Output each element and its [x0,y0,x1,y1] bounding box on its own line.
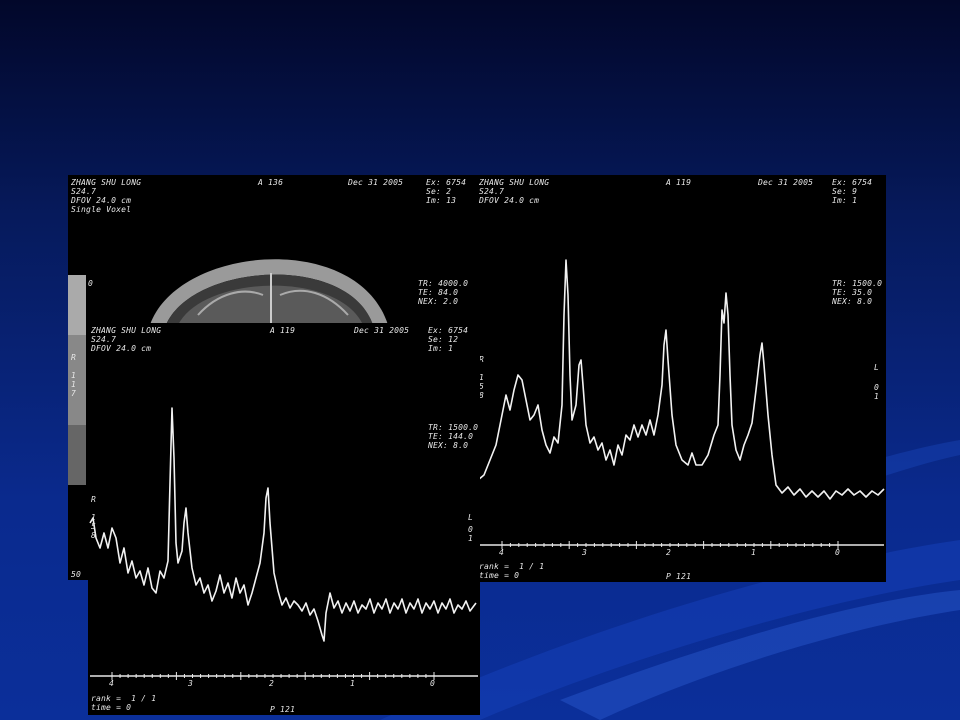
te-label: TE: 35.0 [832,288,873,297]
slice-label: S24.7 [91,335,117,344]
nex-label: NEX: 8.0 [428,441,469,450]
fov-label: DFOV 24.0 cm [71,196,132,205]
spectrum-trace [477,259,885,500]
tr-label: TR: 1500.0 [428,423,479,432]
nex-label: NEX: 8.0 [832,297,873,306]
date-label: Dec 31 2005 [354,326,410,335]
tick-label-3: 3 [188,679,194,688]
series-label: Se: 9 [832,187,858,196]
date-label: Dec 31 2005 [348,178,404,187]
location-label: A 119 [270,326,296,335]
tick-label-0: 0 [430,679,436,688]
side-values: 1 1 7 [71,371,77,398]
tick-label-3: 3 [582,548,588,557]
exam-label: Ex: 6754 [426,178,467,187]
tick-label-4: 4 [499,548,505,557]
nex-label: NEX: 2.0 [418,297,459,306]
te-label: TE: 144.0 [428,432,474,441]
time-label: time = 0 [479,571,520,580]
tick-label-2: 2 [269,679,275,688]
side-r-label: R [71,353,77,362]
tick-label-4: 4 [109,679,115,688]
slice-label: S24.7 [71,187,97,196]
right-l-label: L [874,363,880,372]
image-label: Im: 13 [426,196,457,205]
left-r-label: R [91,495,97,504]
exam-label: Ex: 6754 [832,178,873,187]
right-values: 0 1 [874,383,880,401]
left-values: 1 5 8 [91,513,97,540]
exam-label: Ex: 6754 [428,326,469,335]
location-label: A 136 [258,178,284,187]
fov-label: DFOV 24.0 cm [91,344,152,353]
page-label: P 121 [666,572,692,581]
spectrum-plot-te144 [89,407,478,680]
tr-label: TR: 4000.0 [418,279,469,288]
series-label: Se: 2 [426,187,452,196]
patient-name: ZHANG SHU LONG [479,178,550,187]
rank-label: rank = 1 / 1 [91,694,157,703]
spectrum-panel-te35: ZHANG SHU LONG S24.7 DFOV 24.0 cm A 119 … [476,175,886,582]
te-label: TE: 84.0 [418,288,459,297]
slice-label: S24.7 [479,187,505,196]
page-label: P 121 [270,705,296,714]
spectrum-plot-te35 [477,259,885,549]
spectrum-trace [89,407,477,642]
mode-label: Single Voxel [71,205,132,214]
tick-label-2: 2 [666,548,672,557]
spectrum-panel-te144: ZHANG SHU LONG S24.7 DFOV 24.0 cm A 119 … [88,323,480,715]
tick-label-0: 0 [835,548,841,557]
rank-label: rank = 1 / 1 [479,562,545,571]
tick-label-1: 1 [751,548,757,557]
patient-name: ZHANG SHU LONG [91,326,162,335]
series-label: Se: 12 [428,335,459,344]
right-values: 0 1 [468,525,474,543]
scale-zero-label: 0 [88,279,94,288]
image-label: Im: 1 [832,196,858,205]
bottom-number: 50 [71,570,82,579]
tr-label: TR: 1500.0 [832,279,883,288]
image-label: Im: 1 [428,344,454,353]
patient-name: ZHANG SHU LONG [71,178,142,187]
right-l-label: L [468,513,474,522]
time-label: time = 0 [91,703,132,712]
date-label: Dec 31 2005 [758,178,814,187]
fov-label: DFOV 24.0 cm [479,196,540,205]
tick-label-1: 1 [350,679,356,688]
location-label: A 119 [666,178,692,187]
